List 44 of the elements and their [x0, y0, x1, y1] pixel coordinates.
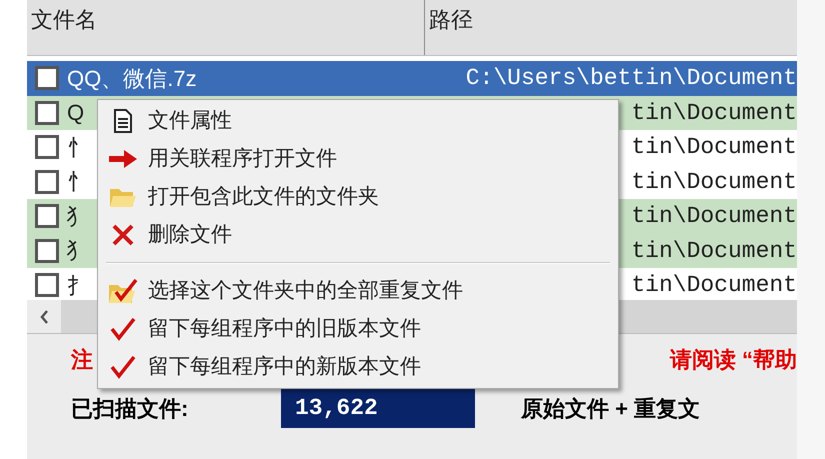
checkbox[interactable]: [35, 170, 59, 194]
column-header[interactable]: 文件名: [31, 7, 97, 32]
table-cell-text: tin\Document: [631, 133, 797, 162]
menu-item[interactable]: 留下每组程序中的旧版本文件: [98, 310, 618, 348]
menu-item[interactable]: 留下每组程序中的新版本文件: [98, 348, 618, 386]
chevron-left-icon: [40, 310, 48, 324]
menu-item[interactable]: 删除文件: [98, 216, 618, 254]
checkmark-icon: [110, 355, 136, 379]
document-icon: [113, 109, 133, 133]
legend-text: 原始文件 + 重复文: [521, 394, 700, 422]
table-cell-text: 忄: [67, 168, 89, 196]
table-cell-text: 扌: [67, 272, 89, 300]
table-cell-text: QQ、微信.7z: [67, 64, 197, 93]
menu-item[interactable]: 打开包含此文件的文件夹: [98, 178, 618, 216]
notice-text: 注: [71, 346, 93, 374]
arrow-right-icon: [108, 149, 138, 169]
table-cell-text: Q: [67, 99, 84, 128]
table-cell-text: 忄: [67, 134, 89, 162]
checkmark-icon: [110, 317, 136, 341]
table-cell-text: tin\Document: [631, 202, 797, 231]
table-row[interactable]: QQ、微信.7z C:\Users\bettin\Document: [27, 61, 797, 96]
table-cell-text: tin\Document: [631, 168, 797, 196]
menu-item[interactable]: 选择这个文件夹中的全部重复文件: [98, 272, 618, 310]
scanned-files-label: 已扫描文件:: [71, 394, 190, 422]
menu-item[interactable]: 用关联程序打开文件: [98, 140, 618, 178]
checkbox[interactable]: [35, 273, 59, 298]
table-cell-text: 犭: [67, 237, 89, 266]
checkbox[interactable]: [35, 204, 59, 228]
table-cell-text: C:\Users\bettin\Document: [466, 64, 797, 93]
table-cell-text: tin\Document: [631, 271, 797, 300]
checkbox[interactable]: [35, 66, 59, 90]
checkbox[interactable]: [35, 100, 59, 125]
folder-icon: [109, 186, 137, 208]
menu-item[interactable]: 文件属性: [98, 102, 618, 140]
table-cell-text: tin\Document: [631, 236, 797, 266]
column-header[interactable]: 路径: [429, 7, 473, 32]
scanned-count-field: 13,622: [281, 388, 475, 428]
table-cell-text: tin\Document: [631, 98, 797, 128]
checkbox[interactable]: [35, 238, 59, 263]
folder-check-icon: [108, 278, 138, 304]
table-cell-text: 犭: [67, 202, 89, 231]
delete-x-icon: [111, 223, 135, 247]
notice-text: 请阅读 “帮助: [670, 346, 797, 374]
checkbox[interactable]: [35, 135, 59, 160]
